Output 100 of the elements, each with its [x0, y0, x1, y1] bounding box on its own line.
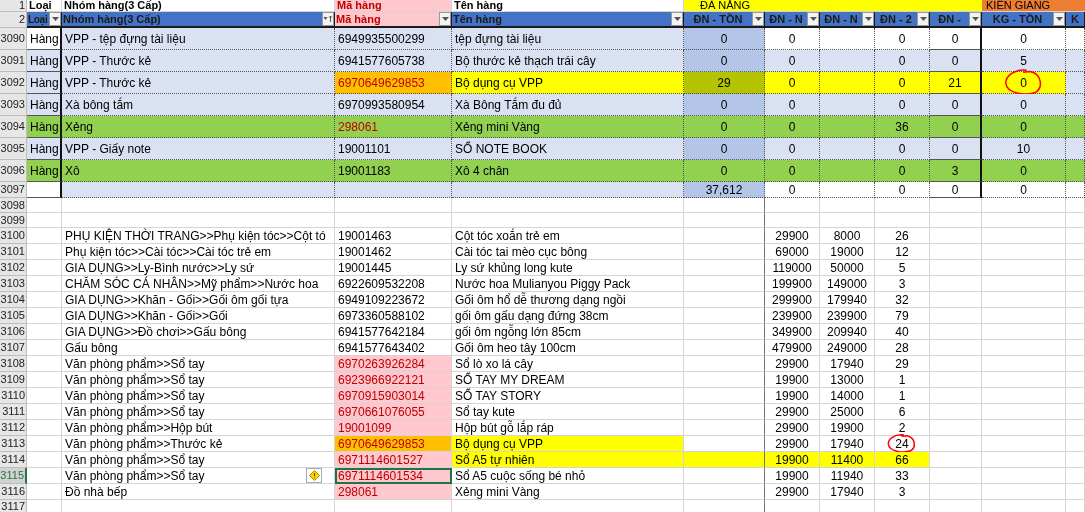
filter-dropdown-button[interactable]: [917, 12, 929, 26]
row-number[interactable]: 3115: [0, 468, 27, 484]
table-cell: Bộ dụng cụ VPP: [452, 436, 684, 452]
table-cell: 0: [982, 116, 1066, 138]
row-number[interactable]: 3096: [0, 160, 27, 182]
filter-dropdown-button[interactable]: [752, 12, 764, 26]
filter-dropdown-button[interactable]: [671, 12, 683, 26]
filter-dropdown-button[interactable]: [49, 12, 61, 26]
row-number[interactable]: 3103: [0, 276, 27, 292]
row-number[interactable]: 3102: [0, 260, 27, 276]
table-cell: 19001462: [335, 244, 452, 260]
column-header: Loại: [27, 12, 49, 27]
sort-filter-icon: [323, 15, 333, 23]
row-number[interactable]: 3105: [0, 308, 27, 324]
table-cell: 239900: [820, 308, 875, 324]
table-cell: Gối ôm hổ dễ thương dạng ngồi: [452, 292, 684, 308]
table-cell: 0: [684, 116, 765, 138]
filter-dropdown-button[interactable]: [1053, 12, 1065, 26]
table-cell: Hàng: [27, 138, 62, 160]
table-cell: 13000: [820, 372, 875, 388]
row-number[interactable]: 3098: [0, 198, 27, 213]
row-number[interactable]: 3107: [0, 340, 27, 356]
table-cell: 6970915903014: [335, 388, 452, 404]
table-cell: 0: [875, 50, 930, 72]
row-number[interactable]: 3114: [0, 452, 27, 468]
warning-icon: [308, 470, 320, 481]
table-cell: [1066, 198, 1085, 213]
row-number[interactable]: 3106: [0, 324, 27, 340]
row-number[interactable]: 3104: [0, 292, 27, 308]
table-cell: [930, 356, 982, 372]
column-group-header: Nhóm hàng(3 Cấp): [62, 0, 335, 12]
table-cell: 10: [982, 138, 1066, 160]
row-number[interactable]: 3110: [0, 388, 27, 404]
filter-dropdown-button[interactable]: [439, 12, 451, 26]
error-check-button[interactable]: [306, 468, 322, 483]
row-number[interactable]: 1: [0, 0, 27, 12]
table-cell: 14000: [820, 388, 875, 404]
row-number[interactable]: 3095: [0, 138, 27, 160]
row-number[interactable]: 2: [0, 12, 27, 28]
row-number[interactable]: 3099: [0, 213, 27, 228]
table-cell: [930, 292, 982, 308]
table-cell: 0: [875, 160, 930, 182]
table-cell: 6970993580954: [335, 94, 452, 116]
table-cell: SỔ TAY MY DREAM: [452, 372, 684, 388]
row-number[interactable]: 3092: [0, 72, 27, 94]
table-cell: 40: [875, 324, 930, 340]
caret-icon: [51, 17, 59, 21]
row-number[interactable]: 3117: [0, 500, 27, 512]
column-header: ĐN - 2: [879, 11, 913, 27]
table-cell: 0: [930, 116, 982, 138]
table-cell: 6949935500299: [335, 28, 452, 50]
table-cell: Xẻng: [62, 116, 335, 138]
row-number[interactable]: 3100: [0, 228, 27, 244]
table-cell: 1: [875, 388, 930, 404]
filter-dropdown-button[interactable]: [862, 12, 874, 26]
table-cell: 298061: [335, 484, 452, 500]
row-number[interactable]: 3111: [0, 404, 27, 420]
filter-dropdown-button[interactable]: [807, 12, 819, 26]
row-number[interactable]: 3097: [0, 182, 27, 198]
table-cell: Hàng: [27, 94, 62, 116]
table-cell: 0: [765, 182, 820, 198]
table-cell: [1066, 116, 1085, 138]
row-number[interactable]: 3091: [0, 50, 27, 72]
table-cell: VPP - Thước kẻ: [62, 50, 335, 72]
table-cell: CHĂM SÓC CÁ NHÂN>>Mỹ phẩm>>Nước hoa: [62, 276, 335, 292]
table-cell: Bộ thước kẻ thạch trái cây: [452, 50, 684, 72]
row-number[interactable]: 3090: [0, 28, 27, 50]
table-cell: gối ôm gấu dạng đứng 38cm: [452, 308, 684, 324]
table-cell: 17940: [820, 484, 875, 500]
row-number[interactable]: 3113: [0, 436, 27, 452]
table-cell: VPP - Thước kẻ: [62, 72, 335, 94]
row-number[interactable]: 3093: [0, 94, 27, 116]
table-cell: [1066, 50, 1085, 72]
table-cell: 8000: [820, 228, 875, 244]
row-number[interactable]: 3108: [0, 356, 27, 372]
table-cell: 19900: [765, 452, 820, 468]
table-cell: [27, 213, 62, 228]
table-cell: [1066, 452, 1085, 468]
sort-filter-button[interactable]: [322, 12, 334, 26]
table-cell: [820, 50, 875, 72]
row-number[interactable]: 3112: [0, 420, 27, 436]
table-cell: Đồ nhà bếp: [62, 484, 335, 500]
table-cell: 6: [875, 404, 930, 420]
table-cell: 0: [875, 72, 930, 94]
column-header: ĐN - N: [823, 11, 859, 27]
table-cell: 3: [930, 160, 982, 182]
table-cell: 0: [684, 94, 765, 116]
table-cell: 0: [930, 28, 982, 50]
table-cell: [820, 138, 875, 160]
table-cell: 11400: [820, 452, 875, 468]
row-number[interactable]: 3101: [0, 244, 27, 260]
table-cell: 21: [930, 72, 982, 94]
table-cell: 349900: [765, 324, 820, 340]
filter-dropdown-button[interactable]: [969, 12, 981, 26]
table-cell: 24: [875, 436, 930, 452]
table-cell: [930, 324, 982, 340]
row-number[interactable]: 3094: [0, 116, 27, 138]
row-number[interactable]: 3116: [0, 484, 27, 500]
row-number[interactable]: 3109: [0, 372, 27, 388]
table-cell: Gối ôm heo tây 100cm: [452, 340, 684, 356]
